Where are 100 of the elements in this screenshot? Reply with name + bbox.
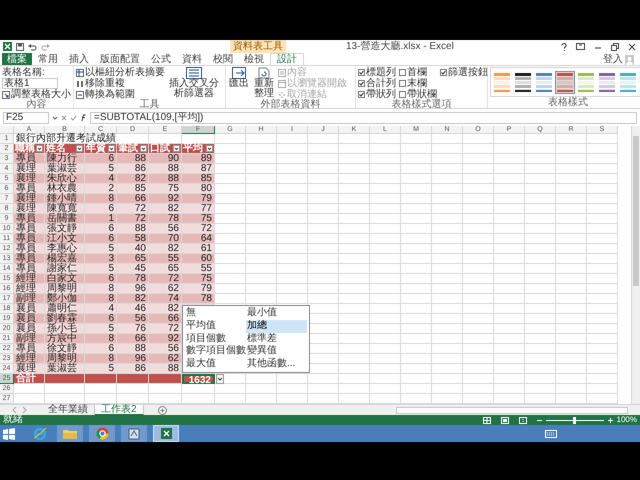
table-style-swatch[interactable]: [534, 70, 554, 94]
restore-icon[interactable]: [611, 42, 619, 50]
table-style-swatch[interactable]: [597, 70, 617, 94]
filter-dropdown-icon[interactable]: [206, 145, 213, 152]
ribbon-tab[interactable]: 檔案: [2, 53, 32, 65]
ribbon-button[interactable]: 轉換為範圍: [76, 89, 165, 100]
menu-item[interactable]: 變異值: [246, 345, 307, 358]
column-heading: 職稱: [15, 144, 35, 154]
menu-item[interactable]: 最小值: [246, 307, 307, 320]
table-cell: 62: [149, 284, 182, 294]
name-box[interactable]: F25: [3, 112, 49, 124]
ribbon-tab[interactable]: 設計: [270, 53, 304, 65]
enter-icon[interactable]: [70, 115, 77, 121]
add-sheet-icon[interactable]: [158, 406, 167, 414]
empty-cell: [277, 264, 308, 274]
ribbon-button[interactable]: 匯出: [228, 67, 250, 100]
ribbon-button[interactable]: 調整表格大小: [2, 89, 71, 100]
ribbon-tab[interactable]: 資料: [177, 53, 207, 65]
formula-field[interactable]: =SUBTOTAL(109,[平均]): [90, 112, 637, 124]
table-style-swatch[interactable]: [576, 70, 596, 94]
ribbon-tab[interactable]: 檢視: [239, 53, 269, 65]
table-cell: 鍾小晴: [45, 194, 85, 204]
table-style-swatch[interactable]: [555, 70, 575, 94]
table-cell: 80: [182, 184, 215, 194]
sign-in-link[interactable]: 登入: [603, 54, 623, 65]
page-layout-icon[interactable]: [500, 416, 509, 424]
horizontal-scrollbar[interactable]: [396, 406, 628, 414]
browser-icon[interactable]: [33, 426, 47, 440]
table-name-field[interactable]: 表格1: [2, 78, 58, 89]
filter-dropdown-icon[interactable]: [76, 145, 83, 152]
table-cell: 82: [149, 204, 182, 214]
zoom-out-button[interactable]: [536, 418, 542, 422]
empty-cell: [463, 274, 494, 284]
empty-cell: [432, 154, 463, 164]
ribbon-tab[interactable]: 常用: [33, 53, 63, 65]
table-style-swatch[interactable]: [492, 70, 512, 94]
windows-start-icon[interactable]: [3, 428, 15, 440]
table-cell: 襄理: [14, 364, 45, 374]
menu-item[interactable]: 加總: [246, 320, 307, 333]
empty-cell: [277, 154, 308, 164]
ribbon-tab[interactable]: 校閱: [208, 53, 238, 65]
ribbon-tab[interactable]: 版面配置: [95, 53, 145, 65]
caret-icon[interactable]: [52, 115, 58, 121]
menu-item[interactable]: 標準差: [246, 332, 307, 346]
empty-cell: [587, 354, 618, 364]
keyboard-icon[interactable]: [545, 430, 557, 438]
empty-cell: [277, 164, 308, 174]
checkbox[interactable]: [440, 69, 447, 76]
cancel-icon[interactable]: [61, 115, 67, 121]
empty-cell: [556, 354, 587, 364]
ribbon-button[interactable]: 以樞紐分析表摘要: [76, 67, 165, 78]
filter-dropdown-icon[interactable]: [36, 145, 43, 152]
checkbox[interactable]: [358, 91, 365, 98]
checkbox[interactable]: [358, 80, 365, 87]
normal-view-icon[interactable]: [482, 416, 491, 424]
table-cell: 92: [149, 334, 182, 344]
plus-icon[interactable]: [608, 418, 613, 422]
checkbox[interactable]: [399, 91, 406, 98]
vertical-scrollbar[interactable]: [631, 126, 640, 404]
save-icon[interactable]: [16, 42, 24, 50]
empty-cell: [556, 264, 587, 274]
filter-dropdown-icon[interactable]: [173, 145, 180, 152]
checkbox[interactable]: [399, 80, 406, 87]
taskbar-button[interactable]: [121, 425, 147, 442]
ribbon-button[interactable]: 移除重複: [76, 78, 165, 89]
ribbon-display-icon[interactable]: [576, 43, 585, 50]
context-tab-label: 資料表工具: [230, 40, 286, 53]
ribbon-button[interactable]: 重新整理: [253, 67, 275, 100]
menu-item[interactable]: 項目個數: [185, 332, 246, 346]
menu-item[interactable]: 其他函數...: [246, 358, 307, 372]
filter-dropdown-icon[interactable]: [140, 145, 147, 152]
menu-item[interactable]: 無: [185, 307, 246, 320]
scrollbar-thumb[interactable]: [633, 136, 639, 286]
close-icon[interactable]: [628, 42, 636, 50]
table-cell: 72: [117, 204, 149, 214]
menu-item[interactable]: 平均值: [185, 320, 246, 333]
filter-dropdown-icon[interactable]: [108, 145, 115, 152]
zoom-slider-thumb[interactable]: [573, 416, 576, 424]
taskbar-button[interactable]: [89, 425, 115, 442]
empty-cell: [401, 144, 432, 154]
empty-cell: [556, 244, 587, 254]
sheet-tab[interactable]: 工作表2: [95, 404, 144, 416]
checkbox[interactable]: [399, 69, 406, 76]
undo-icon[interactable]: [28, 42, 37, 50]
ribbon-tab[interactable]: 公式: [146, 53, 176, 65]
table-cell: 專員: [14, 244, 45, 254]
empty-cell: [556, 374, 587, 384]
taskbar-button[interactable]: [153, 425, 179, 442]
table-style-swatch[interactable]: [513, 70, 533, 94]
page-break-icon[interactable]: [518, 416, 527, 424]
empty-cell: [494, 294, 525, 304]
ribbon-tab[interactable]: 插入: [64, 53, 94, 65]
resize-icon: [2, 90, 10, 98]
zoom-level[interactable]: 100%: [616, 416, 637, 424]
checkbox[interactable]: [358, 69, 365, 76]
help-icon[interactable]: [561, 42, 567, 50]
ribbon-button[interactable]: 插入交叉分析篩選器: [168, 67, 220, 100]
empty-cell: [339, 204, 370, 214]
table-style-swatch[interactable]: [618, 70, 638, 94]
empty-cell: [401, 194, 432, 204]
